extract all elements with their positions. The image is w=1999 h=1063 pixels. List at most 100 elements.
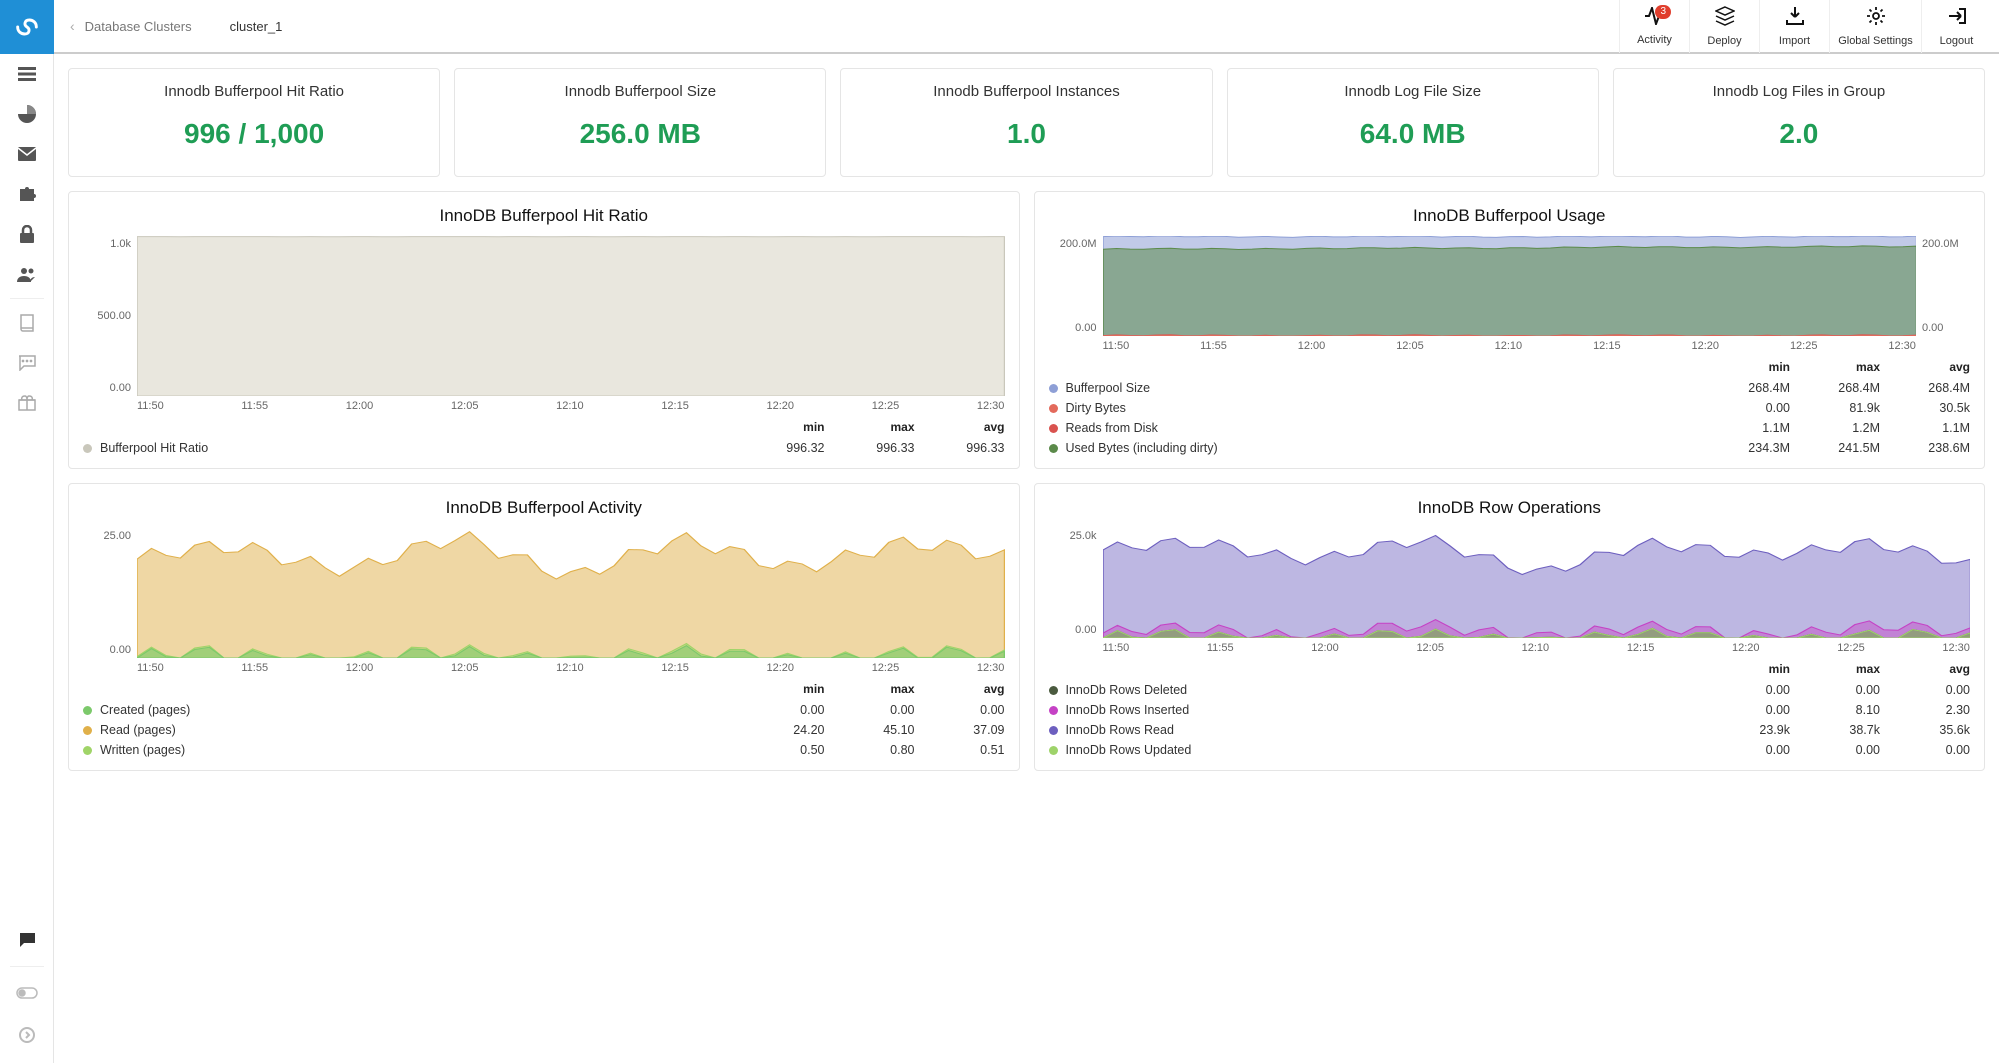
chart-plot[interactable] <box>1103 236 1917 336</box>
chart-title: InnoDB Bufferpool Activity <box>83 498 1005 518</box>
stat-max: 996.33 <box>825 441 915 455</box>
logout-icon <box>1947 6 1967 31</box>
logo-icon[interactable] <box>0 0 54 54</box>
stat-min: 0.00 <box>1700 743 1790 757</box>
stat-min: 23.9k <box>1700 723 1790 737</box>
chart-title: InnoDB Bufferpool Usage <box>1049 206 1971 226</box>
sidebar <box>0 0 54 1063</box>
stat-max: 241.5M <box>1790 441 1880 455</box>
stat-avg: 0.00 <box>1880 743 1970 757</box>
legend-row[interactable]: InnoDb Rows Updated 0.00 0.00 0.00 <box>1049 740 1971 760</box>
import-icon <box>1785 6 1805 31</box>
mail-icon[interactable] <box>0 134 54 174</box>
legend-label: Written (pages) <box>83 743 735 757</box>
kpi-title: Innodb Bufferpool Instances <box>857 83 1195 100</box>
chevron-left-icon: ‹ <box>70 18 75 34</box>
kpi-row: Innodb Bufferpool Hit Ratio 996 / 1,000I… <box>68 68 1985 177</box>
breadcrumb-parent[interactable]: Database Clusters <box>85 19 192 34</box>
stat-max: 38.7k <box>1790 723 1880 737</box>
content: Innodb Bufferpool Hit Ratio 996 / 1,000I… <box>54 54 1999 1063</box>
stat-avg: 996.33 <box>915 441 1005 455</box>
stats-header: minmaxavg <box>83 674 1005 700</box>
collapse-icon[interactable] <box>0 1015 54 1055</box>
activity-badge: 3 <box>1655 5 1671 19</box>
gear-icon <box>1866 6 1886 31</box>
legend-row[interactable]: InnoDb Rows Inserted 0.00 8.10 2.30 <box>1049 700 1971 720</box>
legend-row[interactable]: Read (pages) 24.20 45.10 37.09 <box>83 720 1005 740</box>
stat-avg: 2.30 <box>1880 703 1970 717</box>
legend-row[interactable]: Written (pages) 0.50 0.80 0.51 <box>83 740 1005 760</box>
stat-max: 0.00 <box>1790 683 1880 697</box>
stats-header: minmaxavg <box>83 412 1005 438</box>
users-icon[interactable] <box>0 254 54 294</box>
breadcrumb[interactable]: ‹ Database Clusters cluster_1 <box>62 18 282 34</box>
activity-label: Activity <box>1637 34 1672 46</box>
settings-label: Global Settings <box>1838 35 1913 47</box>
deploy-label: Deploy <box>1707 35 1741 47</box>
panel-usage: InnoDB Bufferpool Usage200.0M0.00200.0M0… <box>1034 191 1986 469</box>
x-axis: 11:5011:5512:0012:0512:1012:1512:2012:25… <box>1049 638 1971 654</box>
kpi-card: Innodb Bufferpool Instances 1.0 <box>840 68 1212 177</box>
chat-icon[interactable] <box>0 343 54 383</box>
kpi-title: Innodb Log File Size <box>1244 83 1582 100</box>
legend-row[interactable]: Bufferpool Hit Ratio 996.32 996.33 996.3… <box>83 438 1005 458</box>
global-settings-button[interactable]: Global Settings <box>1829 0 1921 53</box>
import-label: Import <box>1779 35 1810 47</box>
logout-label: Logout <box>1940 35 1974 47</box>
lock-icon[interactable] <box>0 214 54 254</box>
stat-max: 8.10 <box>1790 703 1880 717</box>
stat-avg: 0.00 <box>1880 683 1970 697</box>
stat-min: 0.00 <box>1700 703 1790 717</box>
charts-row-1: InnoDB Bufferpool Hit Ratio1.0k500.000.0… <box>68 191 1985 469</box>
stats-header: minmaxavg <box>1049 654 1971 680</box>
y-axis-left: 25.0k0.00 <box>1049 528 1103 638</box>
legend-row[interactable]: InnoDb Rows Read 23.9k 38.7k 35.6k <box>1049 720 1971 740</box>
legend-label: InnoDb Rows Updated <box>1049 743 1701 757</box>
logout-button[interactable]: Logout <box>1921 0 1991 53</box>
kpi-value: 256.0 MB <box>471 118 809 150</box>
toggle-icon[interactable] <box>0 973 54 1013</box>
chart-plot[interactable] <box>137 528 1005 658</box>
legend-label: Dirty Bytes <box>1049 401 1701 415</box>
book-icon[interactable] <box>0 303 54 343</box>
breadcrumb-current[interactable]: cluster_1 <box>230 19 283 34</box>
stat-max: 0.00 <box>1790 743 1880 757</box>
legend-label: Read (pages) <box>83 723 735 737</box>
legend-row[interactable]: InnoDb Rows Deleted 0.00 0.00 0.00 <box>1049 680 1971 700</box>
stat-avg: 1.1M <box>1880 421 1970 435</box>
stat-min: 0.00 <box>1700 683 1790 697</box>
support-chat-icon[interactable] <box>0 920 54 960</box>
stat-max: 1.2M <box>1790 421 1880 435</box>
y-axis-left: 25.000.00 <box>83 528 137 658</box>
y-axis-left: 1.0k500.000.00 <box>83 236 137 396</box>
legend-row[interactable]: Used Bytes (including dirty) 234.3M 241.… <box>1049 438 1971 458</box>
chart-plot[interactable] <box>137 236 1005 396</box>
deploy-button[interactable]: Deploy <box>1689 0 1759 53</box>
legend-row[interactable]: Reads from Disk 1.1M 1.2M 1.1M <box>1049 418 1971 438</box>
stat-avg: 238.6M <box>1880 441 1970 455</box>
chart-plot[interactable] <box>1103 528 1971 638</box>
clusters-icon[interactable] <box>0 54 54 94</box>
puzzle-icon[interactable] <box>0 174 54 214</box>
kpi-value: 1.0 <box>857 118 1195 150</box>
stat-min: 24.20 <box>735 723 825 737</box>
stat-max: 0.80 <box>825 743 915 757</box>
legend-row[interactable]: Created (pages) 0.00 0.00 0.00 <box>83 700 1005 720</box>
legend-label: Used Bytes (including dirty) <box>1049 441 1701 455</box>
import-button[interactable]: Import <box>1759 0 1829 53</box>
legend-row[interactable]: Bufferpool Size 268.4M 268.4M 268.4M <box>1049 378 1971 398</box>
stat-avg: 30.5k <box>1880 401 1970 415</box>
legend-row[interactable]: Dirty Bytes 0.00 81.9k 30.5k <box>1049 398 1971 418</box>
gift-icon[interactable] <box>0 383 54 423</box>
stat-avg: 268.4M <box>1880 381 1970 395</box>
kpi-title: Innodb Log Files in Group <box>1630 83 1968 100</box>
kpi-value: 2.0 <box>1630 118 1968 150</box>
stat-min: 996.32 <box>735 441 825 455</box>
legend-label: InnoDb Rows Deleted <box>1049 683 1701 697</box>
layers-icon <box>1715 6 1735 31</box>
activity-button[interactable]: 3 Activity <box>1619 0 1689 53</box>
pie-chart-icon[interactable] <box>0 94 54 134</box>
stat-max: 0.00 <box>825 703 915 717</box>
chart-title: InnoDB Row Operations <box>1049 498 1971 518</box>
stat-avg: 0.51 <box>915 743 1005 757</box>
